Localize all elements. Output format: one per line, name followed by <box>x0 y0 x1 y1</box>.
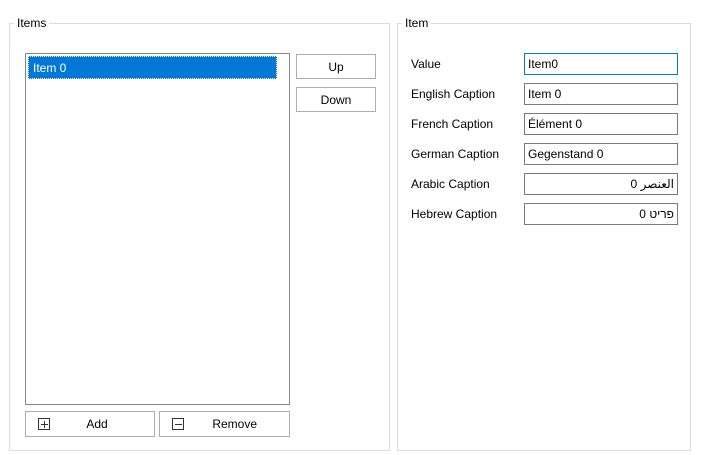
english-caption-row: English Caption <box>411 83 681 105</box>
up-button-label: Up <box>328 59 344 74</box>
items-group-title: Items <box>14 16 50 30</box>
item-groupbox: Item Value English Caption French Captio… <box>397 16 691 451</box>
english-caption-label: English Caption <box>411 87 496 101</box>
hebrew-caption-label: Hebrew Caption <box>411 207 498 221</box>
add-button[interactable]: Add <box>25 411 155 437</box>
remove-button-label: Remove <box>212 417 257 431</box>
arabic-caption-field[interactable] <box>524 173 678 195</box>
french-caption-row: French Caption <box>411 113 681 135</box>
minus-box-icon <box>172 418 184 430</box>
german-caption-row: German Caption <box>411 143 681 165</box>
value-field[interactable] <box>524 53 678 75</box>
french-caption-field[interactable] <box>524 113 678 135</box>
german-caption-field[interactable] <box>524 143 678 165</box>
value-row: Value <box>411 53 681 75</box>
german-caption-label: German Caption <box>411 147 500 161</box>
add-button-label: Add <box>86 417 108 431</box>
english-caption-field[interactable] <box>524 83 678 105</box>
hebrew-caption-row: Hebrew Caption <box>411 203 681 225</box>
item-group-title: Item <box>402 16 432 30</box>
down-button-label: Down <box>320 92 352 107</box>
value-label: Value <box>411 57 441 71</box>
items-listbox[interactable]: Item 0 <box>25 53 290 405</box>
down-button[interactable]: Down <box>296 87 376 112</box>
items-groupbox: Items Item 0 Up Down Add Remove <box>9 16 390 451</box>
arabic-caption-label: Arabic Caption <box>411 177 490 191</box>
plus-box-icon <box>38 418 50 430</box>
arabic-caption-row: Arabic Caption <box>411 173 681 195</box>
up-button[interactable]: Up <box>296 54 376 79</box>
remove-button[interactable]: Remove <box>159 411 290 437</box>
hebrew-caption-field[interactable] <box>524 203 678 225</box>
list-item[interactable]: Item 0 <box>28 56 277 79</box>
french-caption-label: French Caption <box>411 117 494 131</box>
